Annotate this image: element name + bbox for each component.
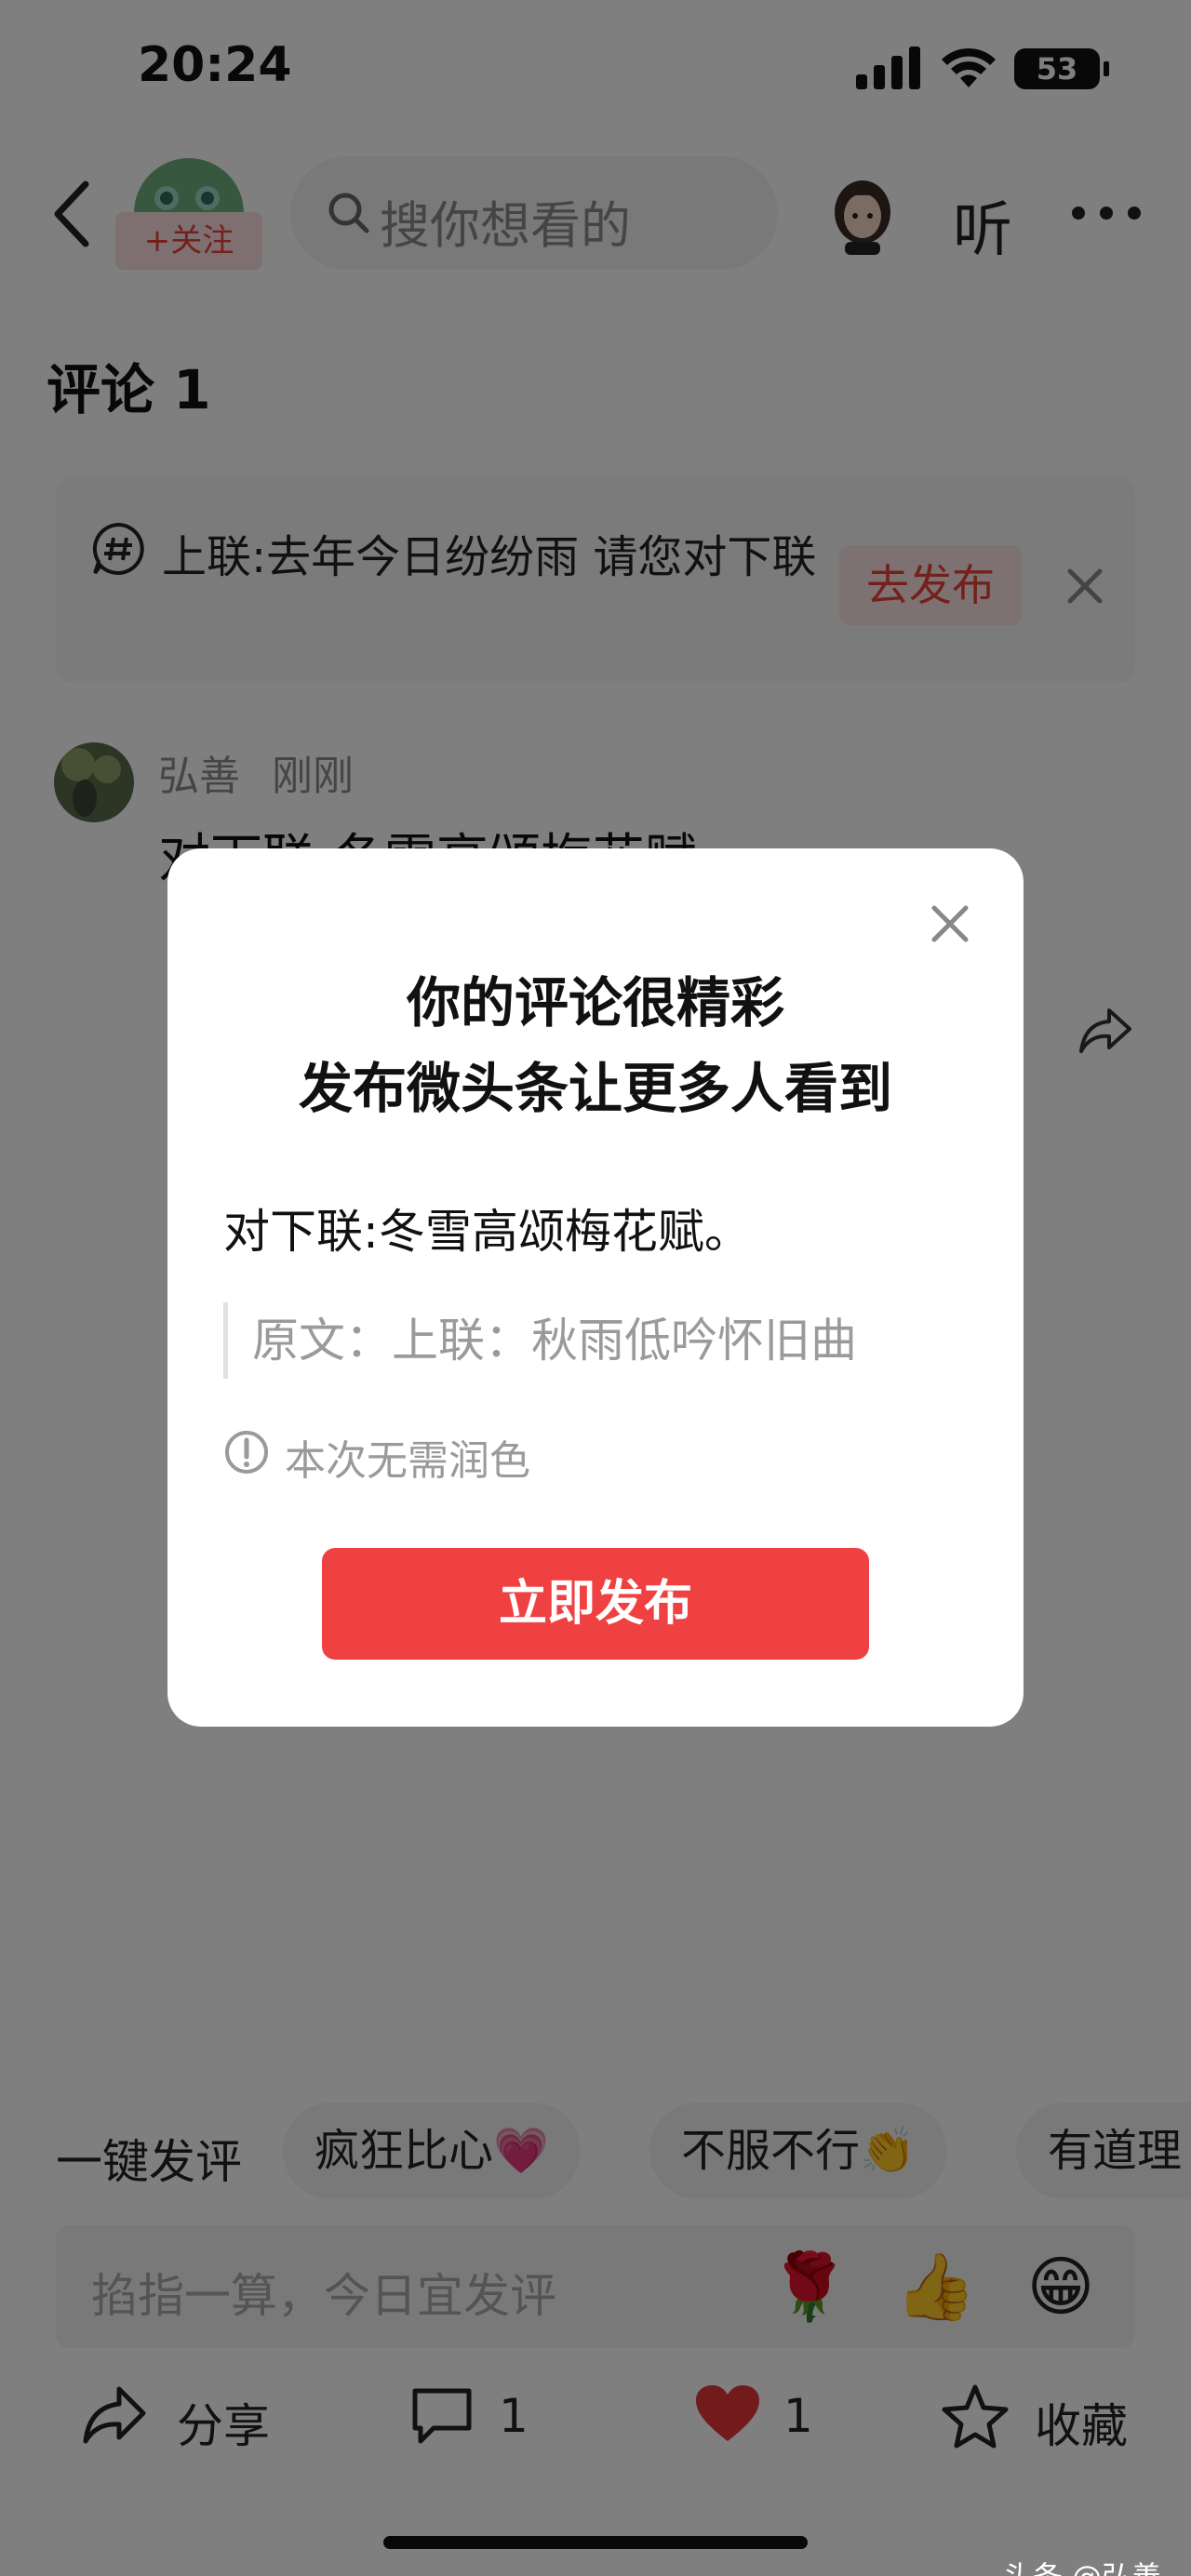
publish-dialog: 你的评论很精彩 发布微头条让更多人看到 对下联:冬雪高颂梅花赋。 原文：上联：秋… [167,848,1024,1727]
close-icon[interactable] [929,902,971,945]
dialog-note-text: 本次无需润色 [285,1437,530,1485]
publish-now-button[interactable]: 立即发布 [322,1548,869,1660]
dialog-comment-text: 对下联:冬雪高颂梅花赋。 [223,1205,751,1259]
dialog-title-line: 你的评论很精彩 [406,971,784,1034]
article-comments-page: 20:24 53 +关注 搜你想看的 听 [0,0,1191,2576]
info-icon [225,1431,268,1474]
dialog-title: 你的评论很精彩 发布微头条让更多人看到 [167,960,1024,1131]
dialog-original-quote: 原文：上联：秋雨低吟怀旧曲 [223,1302,857,1379]
dialog-title-line: 发布微头条让更多人看到 [298,1057,892,1120]
watermark: 头条 @弘善 [1003,2562,1161,2576]
